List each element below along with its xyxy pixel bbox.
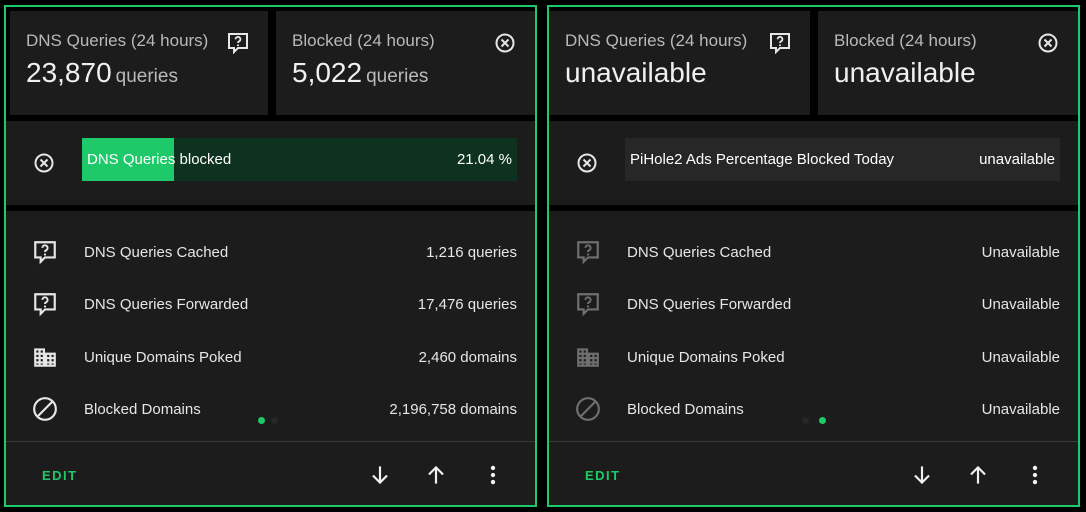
blocked-stat[interactable]: Blocked (24 hours) 5,022 queries [276, 11, 535, 115]
page-dot-2[interactable] [819, 417, 826, 424]
comment-question-icon [34, 293, 56, 317]
percentage-blocked-row[interactable]: PiHole2 Ads Percentage Blocked Today una… [549, 121, 1078, 205]
arrow-up-icon[interactable] [965, 462, 991, 488]
pihole-card-1: DNS Queries (24 hours) 23,870 queries Blo… [4, 5, 537, 507]
list-item-dns-forwarded[interactable]: DNS Queries Forwarded 17,476 queries [6, 284, 535, 324]
card-footer: EDIT [6, 441, 535, 505]
close-circle-icon [34, 153, 54, 173]
list-item-unique-domains[interactable]: Unique Domains Poked 2,460 domains [6, 337, 535, 377]
list-item-unique-domains[interactable]: Unique Domains Poked Unavailable [549, 337, 1078, 377]
close-circle-icon [577, 153, 597, 173]
stats-list: DNS Queries Cached Unavailable DNS Queri… [549, 211, 1078, 441]
more-vertical-icon[interactable] [1022, 462, 1048, 488]
percentage-bar-value: unavailable [979, 151, 1055, 168]
percentage-bar-label: PiHole2 Ads Percentage Blocked Today [630, 151, 895, 168]
dns-queries-unit: queries [115, 66, 178, 87]
card-footer: EDIT [549, 441, 1078, 505]
list-item-label: DNS Queries Forwarded [627, 296, 792, 313]
close-circle-icon [1038, 33, 1058, 53]
arrow-up-icon[interactable] [423, 462, 449, 488]
pihole-card-2: DNS Queries (24 hours) unavailable Block… [547, 5, 1080, 507]
blocked-number: 5,022 [292, 57, 363, 88]
more-vertical-icon[interactable] [480, 462, 506, 488]
list-item-label: DNS Queries Cached [627, 244, 772, 261]
comment-question-icon [34, 241, 56, 265]
list-item-dns-cached[interactable]: DNS Queries Cached 1,216 queries [6, 232, 535, 272]
comment-question-icon [770, 33, 790, 55]
list-item-label: Blocked Domains [84, 401, 201, 418]
percentage-bar-value: 21.04 % [456, 151, 512, 168]
close-circle-icon [495, 33, 515, 53]
cancel-icon [576, 397, 600, 421]
list-item-value: Unavailable [981, 296, 1060, 313]
blocked-value: 5,022 queries [292, 57, 535, 93]
percentage-bar: PiHole2 Ads Percentage Blocked Today una… [625, 138, 1060, 181]
list-item-value: Unavailable [981, 244, 1060, 261]
list-item-dns-forwarded[interactable]: DNS Queries Forwarded Unavailable [549, 284, 1078, 324]
list-item-value: 2,196,758 domains [389, 401, 517, 418]
percentage-blocked-row[interactable]: DNS Queries blocked 21.04 % [6, 121, 535, 205]
list-item-label: DNS Queries Forwarded [84, 296, 249, 313]
edit-button[interactable]: EDIT [42, 468, 78, 483]
comment-question-icon [228, 33, 248, 55]
list-item-value: 1,216 queries [426, 244, 517, 261]
stats-list: DNS Queries Cached 1,216 queries DNS Que… [6, 211, 535, 441]
dns-queries-stat[interactable]: DNS Queries (24 hours) 23,870 queries [10, 11, 268, 115]
arrow-down-icon[interactable] [367, 462, 393, 488]
cancel-icon [33, 397, 57, 421]
dns-queries-stat[interactable]: DNS Queries (24 hours) unavailable [549, 11, 810, 115]
page-dot-1[interactable] [258, 417, 265, 424]
page-dot-2[interactable] [271, 417, 278, 424]
domain-icon [577, 348, 599, 367]
comment-question-icon [577, 241, 599, 265]
blocked-unit: queries [366, 66, 429, 87]
list-item-label: Unique Domains Poked [84, 349, 242, 366]
page-dot-1[interactable] [802, 417, 809, 424]
list-item-dns-cached[interactable]: DNS Queries Cached Unavailable [549, 232, 1078, 272]
percentage-bar: DNS Queries blocked 21.04 % [82, 138, 517, 181]
list-item-label: DNS Queries Cached [84, 244, 229, 261]
domain-icon [34, 348, 56, 367]
list-item-value: Unavailable [981, 401, 1060, 418]
list-item-value: 2,460 domains [418, 349, 517, 366]
blocked-value: unavailable [834, 57, 976, 88]
dns-queries-value: 23,870 queries [26, 57, 268, 93]
page-indicator[interactable] [258, 417, 282, 425]
comment-question-icon [577, 293, 599, 317]
dns-queries-value: unavailable [565, 57, 707, 88]
blocked-stat[interactable]: Blocked (24 hours) unavailable [818, 11, 1078, 115]
list-item-value: 17,476 queries [417, 296, 517, 313]
list-item-value: Unavailable [981, 349, 1060, 366]
list-item-label: Blocked Domains [627, 401, 744, 418]
dns-queries-number: 23,870 [26, 57, 112, 88]
page-indicator[interactable] [802, 417, 826, 425]
list-item-label: Unique Domains Poked [627, 349, 785, 366]
arrow-down-icon[interactable] [909, 462, 935, 488]
edit-button[interactable]: EDIT [585, 468, 621, 483]
percentage-bar-label: DNS Queries blocked [87, 151, 232, 168]
